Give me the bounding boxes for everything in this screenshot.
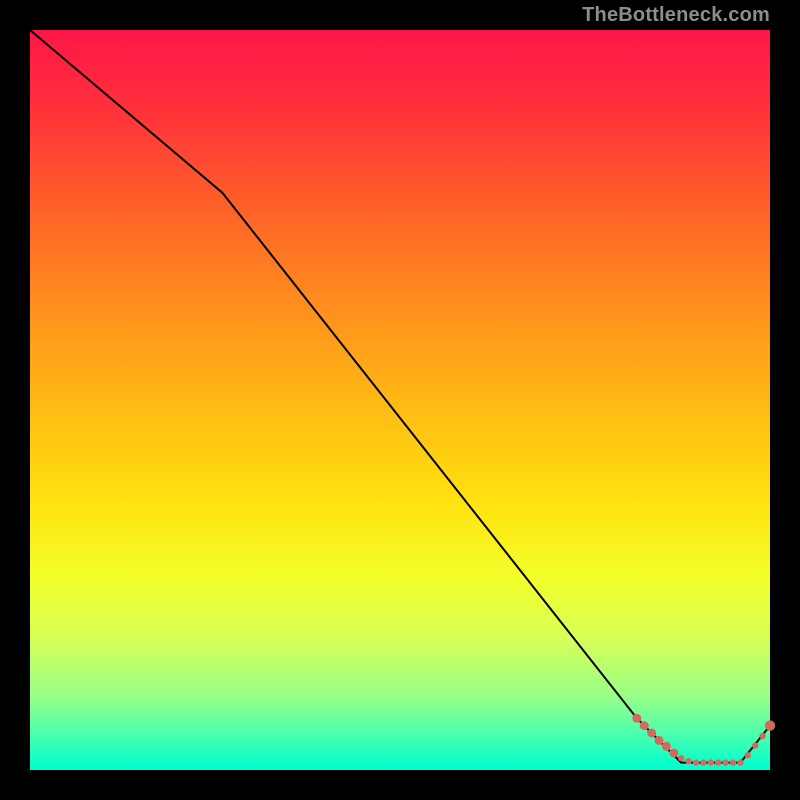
tail-dot: [685, 758, 691, 764]
tail-dot: [700, 759, 706, 765]
tail-dot: [708, 759, 714, 765]
curve-line: [30, 30, 770, 763]
tail-dot: [759, 733, 765, 739]
tail-dot: [715, 759, 721, 765]
chart-stage: TheBottleneck.com: [0, 0, 800, 800]
plot-area: [30, 30, 770, 770]
tail-dot: [752, 742, 758, 748]
tail-dot: [745, 752, 751, 758]
tail-dot: [647, 729, 656, 738]
chart-svg: [30, 30, 770, 770]
tail-dot: [655, 736, 664, 745]
tail-dot: [640, 721, 649, 730]
tail-dot: [632, 714, 641, 723]
tail-dot: [737, 759, 743, 765]
dotted-tail-group: [632, 714, 775, 766]
tail-dot: [765, 720, 775, 730]
tail-dot: [722, 759, 728, 765]
watermark-label: TheBottleneck.com: [582, 4, 770, 27]
tail-dot: [669, 749, 678, 758]
tail-dot: [730, 759, 736, 765]
tail-dot: [662, 742, 671, 751]
tail-dot: [693, 759, 699, 765]
tail-dot: [678, 755, 684, 761]
